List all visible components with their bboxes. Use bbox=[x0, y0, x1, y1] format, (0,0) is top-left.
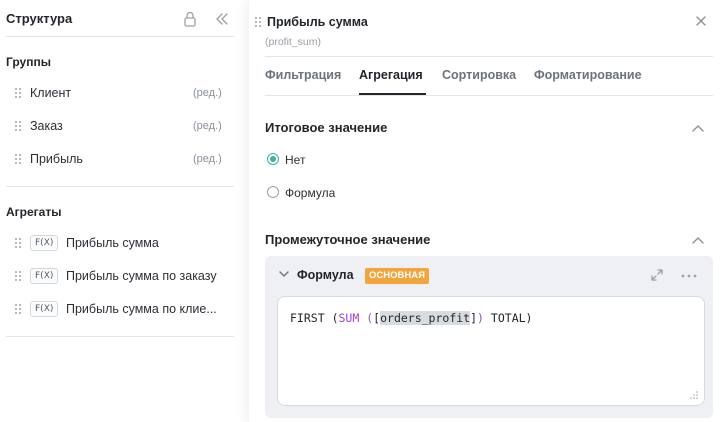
radio-label: Нет bbox=[285, 153, 306, 167]
tab-aggregation[interactable]: Агрегация bbox=[359, 68, 423, 82]
function-badge: F(X) bbox=[30, 235, 59, 251]
chevron-down-icon[interactable] bbox=[279, 270, 289, 278]
title-divider bbox=[265, 56, 713, 57]
close-icon[interactable] bbox=[695, 15, 707, 27]
group-item-label: Прибыль bbox=[30, 152, 83, 166]
code-keyword: TOTAL bbox=[490, 311, 526, 325]
drag-handle-icon[interactable] bbox=[255, 17, 263, 29]
more-options-icon[interactable] bbox=[681, 274, 697, 278]
drag-handle-icon[interactable] bbox=[15, 88, 23, 100]
field-title: Прибыль сумма bbox=[267, 15, 368, 29]
formula-editor[interactable]: FIRST (SUM ([orders_profit]) TOTAL) bbox=[277, 296, 705, 406]
chevron-up-icon[interactable] bbox=[692, 236, 704, 244]
group-item-label: Клиент bbox=[30, 86, 72, 100]
code-aggregate: SUM bbox=[338, 311, 360, 325]
drag-handle-icon[interactable] bbox=[15, 121, 23, 133]
function-badge: F(X) bbox=[30, 301, 59, 317]
code-paren: ( bbox=[331, 311, 339, 325]
primary-badge: ОСНОВНАЯ bbox=[365, 268, 429, 284]
tab-sorting[interactable]: Сортировка bbox=[442, 68, 516, 82]
formula-card: Формула ОСНОВНАЯ FIRST (SUM ([orders_pro… bbox=[265, 256, 713, 418]
tabs-divider bbox=[265, 95, 713, 96]
formula-code: FIRST (SUM ([orders_profit]) TOTAL) bbox=[290, 311, 532, 325]
aggregate-item-label: Прибыль сумма по клие... bbox=[66, 302, 217, 316]
tab-filtering[interactable]: Фильтрация bbox=[265, 68, 341, 82]
total-value-title: Итоговое значение bbox=[265, 120, 388, 135]
edit-link[interactable]: (ред.) bbox=[193, 87, 222, 99]
aggregate-item-label: Прибыль сумма bbox=[66, 236, 159, 250]
code-paren: ) bbox=[525, 311, 533, 325]
drag-handle-icon[interactable] bbox=[15, 238, 23, 250]
field-settings-panel: Прибыль сумма (profit_sum) Фильтрация Аг… bbox=[249, 0, 721, 422]
code-function: FIRST bbox=[290, 311, 325, 325]
field-id: (profit_sum) bbox=[265, 36, 322, 48]
radio-label: Формула bbox=[285, 186, 336, 200]
aggregate-item-label: Прибыль сумма по заказу bbox=[66, 269, 217, 283]
chevron-up-icon[interactable] bbox=[692, 124, 704, 132]
code-bracket: ] bbox=[470, 311, 478, 325]
section-divider bbox=[6, 186, 234, 187]
tab-formatting[interactable]: Форматирование bbox=[534, 68, 642, 82]
aggregates-title: Агрегаты bbox=[6, 205, 62, 219]
drag-handle-icon[interactable] bbox=[15, 271, 23, 283]
structure-title: Структура bbox=[6, 11, 73, 26]
header-divider bbox=[6, 36, 234, 37]
section-divider bbox=[6, 336, 234, 337]
lock-icon[interactable] bbox=[183, 11, 197, 27]
structure-header: Структура bbox=[6, 10, 234, 32]
expand-icon[interactable] bbox=[651, 269, 663, 281]
group-item-label: Заказ bbox=[30, 119, 63, 133]
radio-button[interactable] bbox=[267, 153, 279, 165]
structure-panel: Структура Группы Клиент (ред.) Заказ (ре… bbox=[0, 0, 240, 422]
formula-title: Формула bbox=[297, 268, 354, 282]
resize-handle-icon[interactable] bbox=[690, 391, 698, 399]
groups-title: Группы bbox=[6, 55, 51, 69]
code-paren: ) bbox=[477, 311, 484, 325]
edit-link[interactable]: (ред.) bbox=[193, 120, 222, 132]
radio-button[interactable] bbox=[267, 186, 279, 198]
intermediate-value-title: Промежуточное значение bbox=[265, 232, 431, 247]
drag-handle-icon[interactable] bbox=[15, 154, 23, 166]
function-badge: F(X) bbox=[30, 268, 59, 284]
collapse-panel-icon[interactable] bbox=[215, 12, 229, 26]
drag-handle-icon[interactable] bbox=[15, 304, 23, 316]
code-field: orders_profit bbox=[380, 311, 471, 325]
edit-link[interactable]: (ред.) bbox=[193, 153, 222, 165]
